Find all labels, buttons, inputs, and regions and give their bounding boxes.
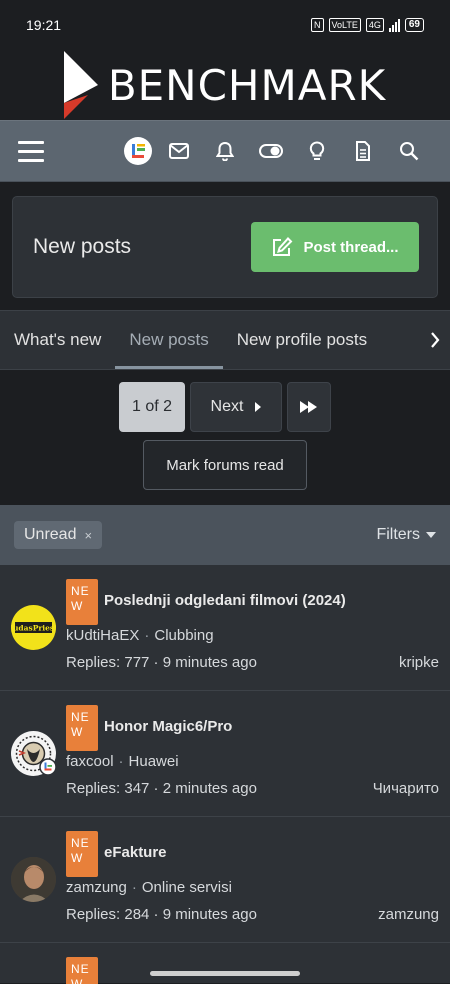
top-navbar bbox=[0, 120, 450, 182]
tab-whats-new[interactable]: What's new bbox=[0, 311, 115, 369]
close-icon[interactable]: × bbox=[84, 528, 92, 543]
post-thread-button[interactable]: Post thread... bbox=[251, 222, 419, 272]
home-indicator[interactable] bbox=[150, 971, 300, 976]
thread-author[interactable]: zamzung bbox=[66, 879, 127, 896]
chevron-right-icon[interactable] bbox=[420, 311, 450, 369]
document-icon[interactable] bbox=[340, 131, 386, 171]
thread-item[interactable]: NE W eFakture zamzung · Online servisi Repl… bbox=[0, 817, 450, 943]
volte-icon: VoLTE bbox=[328, 18, 361, 32]
emblem-icon bbox=[11, 731, 57, 776]
filters-label: Filters bbox=[376, 526, 420, 543]
mail-icon[interactable] bbox=[156, 131, 202, 171]
edit-icon bbox=[273, 237, 293, 256]
caret-down-icon bbox=[426, 532, 436, 538]
avatar-logo-icon bbox=[132, 144, 145, 158]
thread-forum[interactable]: Online servisi bbox=[142, 879, 232, 896]
mark-forums-read-button[interactable]: Mark forums read bbox=[143, 440, 307, 490]
next-page-button[interactable]: Next bbox=[190, 382, 282, 432]
thread-meta: kUdtiHaEX · Clubbing bbox=[66, 627, 214, 644]
network-type-icon: 4G bbox=[365, 18, 384, 32]
avatar[interactable] bbox=[11, 857, 56, 902]
site-logo[interactable]: BENCHMARK bbox=[0, 50, 450, 120]
page-indicator[interactable]: 1 of 2 bbox=[119, 382, 185, 432]
bell-icon[interactable] bbox=[202, 131, 248, 171]
nav-icons bbox=[124, 131, 432, 171]
thread-stats: Replies: 284 · 9 minutes ago bbox=[66, 906, 257, 923]
pagination: 1 of 2 Next bbox=[0, 382, 450, 432]
thread-stats: Replies: 777 · 9 minutes ago bbox=[66, 654, 257, 671]
thread-forum[interactable]: Huawei bbox=[129, 753, 179, 770]
thread-author[interactable]: kUdtiHaEX bbox=[66, 627, 139, 644]
battery-icon: 69 bbox=[404, 18, 424, 32]
tab-new-profile-posts[interactable]: New profile posts bbox=[223, 311, 381, 369]
last-page-button[interactable] bbox=[287, 382, 331, 432]
thread-item-partial[interactable]: NE W bbox=[0, 943, 450, 984]
new-badge: NE W bbox=[66, 579, 98, 625]
user-avatar[interactable] bbox=[124, 137, 152, 165]
chip-label: Unread bbox=[24, 526, 77, 543]
user-photo-icon bbox=[11, 857, 56, 902]
toggle-icon[interactable] bbox=[248, 131, 294, 171]
status-bar: 19:21 N VoLTE 4G 69 bbox=[0, 0, 450, 50]
next-label: Next bbox=[210, 398, 244, 415]
caret-right-icon bbox=[255, 402, 262, 412]
tab-bar: What's new New posts New profile posts bbox=[0, 310, 450, 370]
post-thread-label: Post thread... bbox=[303, 238, 399, 256]
filters-dropdown[interactable]: Filters bbox=[376, 526, 436, 544]
thread-item[interactable]: NE W Honor Magic6/Pro faxcool · Huawei Repl… bbox=[0, 691, 450, 817]
thread-author[interactable]: faxcool bbox=[66, 753, 114, 770]
unread-filter-chip[interactable]: Unread × bbox=[14, 521, 103, 549]
thread-title[interactable]: Poslednji odgledani filmovi (2024) bbox=[104, 592, 346, 609]
nfc-icon: N bbox=[311, 18, 324, 32]
logo-mark-icon bbox=[63, 51, 98, 119]
thread-meta: faxcool · Huawei bbox=[66, 753, 179, 770]
last-poster[interactable]: kripke bbox=[399, 654, 439, 671]
last-poster[interactable]: Чичарито bbox=[373, 780, 439, 797]
system-icons: N VoLTE 4G 69 bbox=[311, 18, 424, 32]
signal-icon bbox=[388, 18, 400, 32]
tab-new-posts[interactable]: New posts bbox=[115, 311, 224, 369]
status-time: 19:21 bbox=[26, 17, 62, 33]
thread-meta: zamzung · Online servisi bbox=[66, 879, 232, 896]
avatar[interactable]: JudasPriest bbox=[11, 605, 56, 650]
new-badge: NE W bbox=[66, 957, 98, 984]
lightbulb-icon[interactable] bbox=[294, 131, 340, 171]
thread-stats: Replies: 347 · 2 minutes ago bbox=[66, 780, 257, 797]
thread-forum[interactable]: Clubbing bbox=[154, 627, 213, 644]
filter-bar: Unread × Filters bbox=[0, 505, 450, 565]
thread-item[interactable]: JudasPriest NE W Poslednji odgledani film… bbox=[0, 565, 450, 691]
thread-list: JudasPriest NE W Poslednji odgledani film… bbox=[0, 565, 450, 984]
fast-forward-icon bbox=[300, 401, 317, 413]
thread-title[interactable]: Honor Magic6/Pro bbox=[104, 718, 232, 735]
thread-title[interactable]: eFakture bbox=[104, 844, 167, 861]
search-icon[interactable] bbox=[386, 131, 432, 171]
menu-icon[interactable] bbox=[18, 140, 44, 162]
new-badge: NE W bbox=[66, 831, 98, 877]
band-logo-icon: JudasPriest bbox=[11, 622, 56, 633]
page-title: New posts bbox=[33, 235, 132, 258]
page-header: New posts Post thread... bbox=[12, 196, 438, 298]
new-badge: NE W bbox=[66, 705, 98, 751]
brand-name: BENCHMARK bbox=[107, 60, 387, 110]
last-poster[interactable]: zamzung bbox=[378, 906, 439, 923]
avatar[interactable] bbox=[11, 731, 57, 776]
svg-text:JudasPriest: JudasPriest bbox=[11, 624, 56, 633]
